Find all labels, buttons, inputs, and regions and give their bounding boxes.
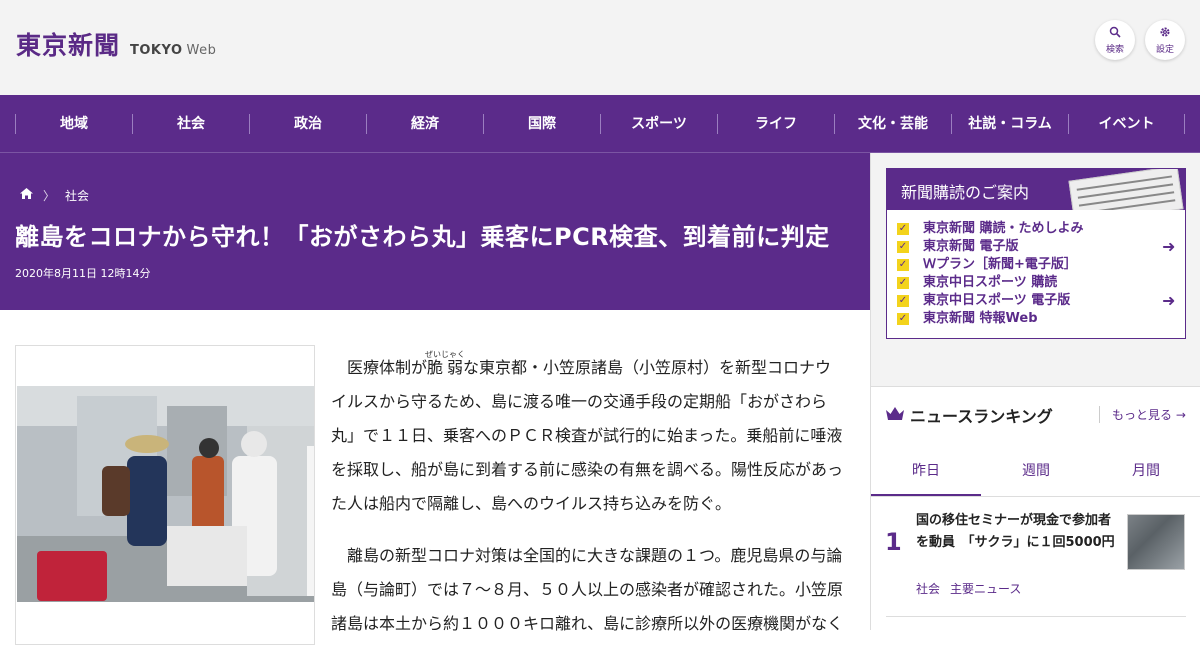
subscription-label: Ｗプラン［新聞+電子版］: [923, 257, 1077, 272]
ranking-tabs: 昨日 週間 月間: [871, 447, 1200, 497]
sign-in-arrow-icon[interactable]: ➜: [1162, 238, 1175, 256]
checkbox-icon: ✓: [897, 241, 909, 253]
subscription-item[interactable]: ✓ 東京新聞 購読・ためしよみ: [897, 220, 1185, 238]
checkbox-icon: ✓: [897, 223, 909, 235]
checkbox-icon: ✓: [897, 277, 909, 289]
ranking-title: ニュースランキング: [910, 407, 1053, 426]
subscription-item[interactable]: ✓ 東京中日スポーツ 購読: [897, 274, 1185, 292]
nav-item[interactable]: 社会: [132, 113, 249, 134]
rank-headline[interactable]: 国の移住セミナーが現金で参加者を動員 「サクラ」に１回5000円: [916, 510, 1116, 554]
ranking-tab[interactable]: 週間: [981, 447, 1091, 496]
article-header: 〉 社会 離島をコロナから守れ！「おがさわら丸」乗客にPCR検査、到着前に判定 …: [0, 153, 870, 310]
article-paragraph: 離島の新型コロナ対策は全国的に大きな課題の１つ。鹿児島県の与論島（与論町）では７…: [331, 546, 844, 633]
subscription-label: 東京新聞 電子版: [923, 239, 1019, 254]
article-title: 離島をコロナから守れ！「おがさわら丸」乗客にPCR検査、到着前に判定: [15, 223, 830, 251]
subscription-label: 東京新聞 特報Web: [923, 311, 1038, 326]
settings-button[interactable]: 設定: [1145, 20, 1185, 60]
gear-icon: [1159, 26, 1171, 40]
subscription-item[interactable]: ✓ 東京中日スポーツ 電子版 ➜: [897, 292, 1185, 310]
chevron-right-icon: 〉: [43, 189, 56, 203]
crown-icon: [886, 406, 904, 425]
nav-item[interactable]: スポーツ: [600, 113, 717, 134]
rank-tags: 社会 主要ニュース: [916, 580, 1031, 597]
news-ranking: ニュースランキング もっと見る → 昨日 週間 月間 1 国の移住セミナーが現金で参…: [871, 386, 1200, 630]
newspaper-image: [1068, 169, 1184, 210]
sign-in-arrow-icon[interactable]: ➜: [1162, 292, 1175, 310]
arrow-right-icon: →: [1175, 408, 1186, 422]
breadcrumb-category[interactable]: 社会: [65, 187, 89, 204]
nav-item[interactable]: 経済: [366, 113, 483, 134]
subscription-item[interactable]: ✓ 東京新聞 電子版 ➜: [897, 238, 1185, 256]
sidebar: 新聞購読のご案内 ✓ 東京新聞 購読・ためしよみ ✓ 東京新聞 電子版 ➜ ✓ Ｗプラン［新…: [870, 153, 1200, 630]
article-body: 医療体制が脆弱ぜいじゃくな東京都・小笠原諸島（小笠原村）を新型コロナウイルスから…: [331, 350, 846, 659]
divider: [886, 616, 1186, 617]
home-icon[interactable]: [20, 188, 33, 203]
nav-item[interactable]: イベント: [1068, 113, 1185, 134]
main-nav: 地域 社会 政治 経済 国際 スポーツ ライフ 文化・芸能 社説・コラム イベント: [0, 95, 1200, 153]
rank-number: 1: [885, 528, 902, 556]
nav-item[interactable]: 地域: [15, 113, 132, 134]
ranking-tab[interactable]: 月間: [1091, 447, 1200, 496]
ranking-header: ニュースランキング: [886, 403, 1053, 427]
nav-item[interactable]: ライフ: [717, 113, 834, 134]
logo-japanese: 東京新聞: [16, 31, 121, 60]
logo-english: TOKYO Web: [130, 43, 217, 58]
rank-thumbnail[interactable]: [1127, 514, 1185, 570]
subscription-label: 東京中日スポーツ 購読: [923, 275, 1058, 290]
search-label: 検索: [1105, 44, 1124, 55]
article-photo-frame: [15, 345, 315, 645]
site-header: 東京新聞 TOKYO Web 検索 設定: [0, 0, 1200, 95]
breadcrumb: 〉 社会: [20, 187, 89, 204]
rank-tag[interactable]: 社会: [916, 582, 940, 596]
article-paragraph: 医療体制が脆弱ぜいじゃくな東京都・小笠原諸島（小笠原村）を新型コロナウイルスから…: [331, 350, 844, 513]
checkbox-icon: ✓: [897, 295, 909, 307]
rank-tag[interactable]: 主要ニュース: [950, 582, 1021, 596]
ruby-word: 脆弱ぜいじゃく: [425, 350, 466, 377]
subscription-item[interactable]: ✓ Ｗプラン［新聞+電子版］: [897, 256, 1185, 274]
nav-item[interactable]: 社説・コラム: [951, 113, 1068, 134]
checkbox-icon: ✓: [897, 259, 909, 271]
article-photo[interactable]: [17, 386, 314, 602]
nav-item[interactable]: 政治: [249, 113, 366, 134]
subscription-item[interactable]: ✓ 東京新聞 特報Web: [897, 310, 1185, 328]
ranking-more-link[interactable]: もっと見る →: [1099, 406, 1186, 423]
search-button[interactable]: 検索: [1095, 20, 1135, 60]
subscription-label: 東京中日スポーツ 電子版: [923, 293, 1071, 308]
checkbox-icon: ✓: [897, 313, 909, 325]
subscription-title: 新聞購読のご案内: [901, 183, 1030, 202]
ranking-item[interactable]: 1 国の移住セミナーが現金で参加者を動員 「サクラ」に１回5000円 社会 主要ニ…: [871, 498, 1200, 618]
subscription-box: 新聞購読のご案内 ✓ 東京新聞 購読・ためしよみ ✓ 東京新聞 電子版 ➜ ✓ Ｗプラン［新…: [886, 168, 1186, 339]
settings-label: 設定: [1155, 44, 1174, 55]
nav-item[interactable]: 国際: [483, 113, 600, 134]
search-icon: [1109, 26, 1121, 40]
ranking-tab[interactable]: 昨日: [871, 447, 981, 496]
subscription-header: 新聞購読のご案内: [887, 169, 1185, 210]
subscription-label: 東京新聞 購読・ためしよみ: [923, 221, 1084, 236]
site-logo[interactable]: 東京新聞 TOKYO Web: [16, 26, 216, 62]
article-date: 2020年8月11日 12時14分: [15, 267, 151, 280]
nav-item[interactable]: 文化・芸能: [834, 113, 951, 134]
